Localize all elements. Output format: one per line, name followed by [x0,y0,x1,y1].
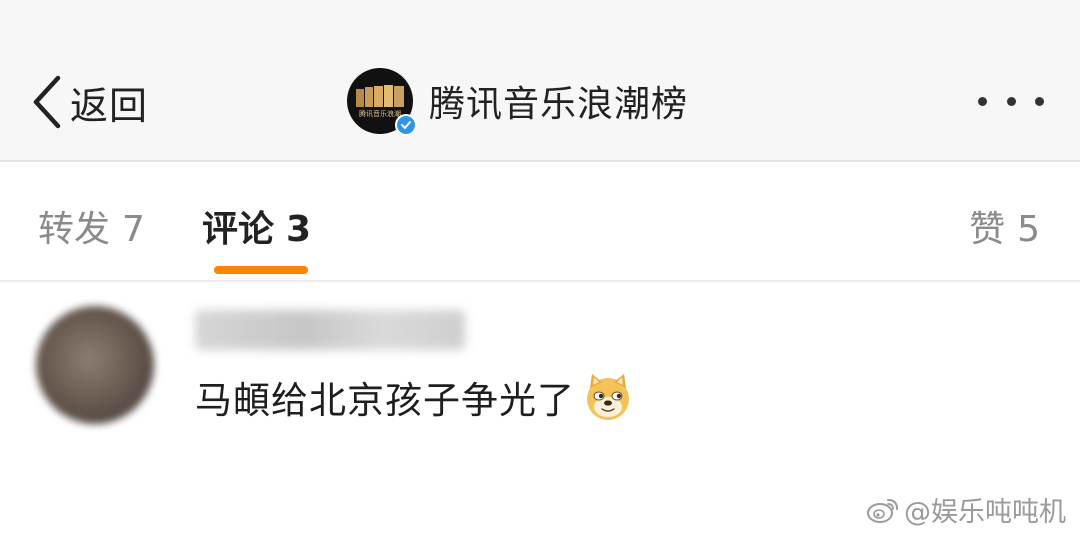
commenter-avatar[interactable] [36,306,154,424]
comment-item[interactable]: 马頔给北京孩子争光了 [0,282,1080,462]
tab-likes[interactable]: 赞5 [969,200,1040,252]
tab-likes-count: 5 [1017,209,1040,250]
more-dots-icon [978,96,987,106]
post-stats-tabs: 转发 7 评论 3 赞5 [0,162,1080,282]
account-header[interactable]: 腾讯音乐浪潮 腾讯音乐浪潮榜 [347,68,688,136]
weibo-logo-icon [867,498,898,523]
weibo-watermark: @娱乐吨吨机 [866,490,1066,529]
comment-body: 马頔给北京孩子争光了 [195,370,633,424]
tab-likes-label: 赞 [969,209,1006,250]
watermark-text: @娱乐吨吨机 [904,497,1066,528]
weibo-comments-page: 返回 腾讯音乐浪潮 腾讯音乐浪潮榜 转发 7 评论 3 赞 5 马頔给北京孩子争… [0,0,1080,541]
verified-badge-icon [395,114,417,136]
commenter-username-blurred[interactable] [195,310,465,350]
more-dots-icon [1035,96,1044,106]
top-nav-bar: 返回 腾讯音乐浪潮 腾讯音乐浪潮榜 [0,0,1080,162]
account-logo-icon [356,85,404,107]
tab-forward-label: 转发 [38,209,111,250]
chevron-left-icon [33,75,61,129]
comment-text: 马頔给北京孩子争光了 [195,379,575,422]
tab-comments-label: 评论 [202,209,275,250]
tab-comments[interactable]: 评论 3 [202,200,311,252]
back-button[interactable]: 返回 [30,72,148,132]
more-dots-icon [1006,96,1016,106]
account-avatar[interactable]: 腾讯音乐浪潮 [347,68,417,136]
back-label: 返回 [70,83,149,128]
tab-forward-count: 7 [122,209,145,250]
active-tab-indicator [214,266,308,274]
tab-comments-count: 3 [286,209,312,250]
account-name[interactable]: 腾讯音乐浪潮榜 [429,75,688,127]
doge-emoji-icon [587,374,629,420]
tab-forward[interactable]: 转发 7 [38,200,145,252]
more-options-button[interactable] [978,92,1044,110]
